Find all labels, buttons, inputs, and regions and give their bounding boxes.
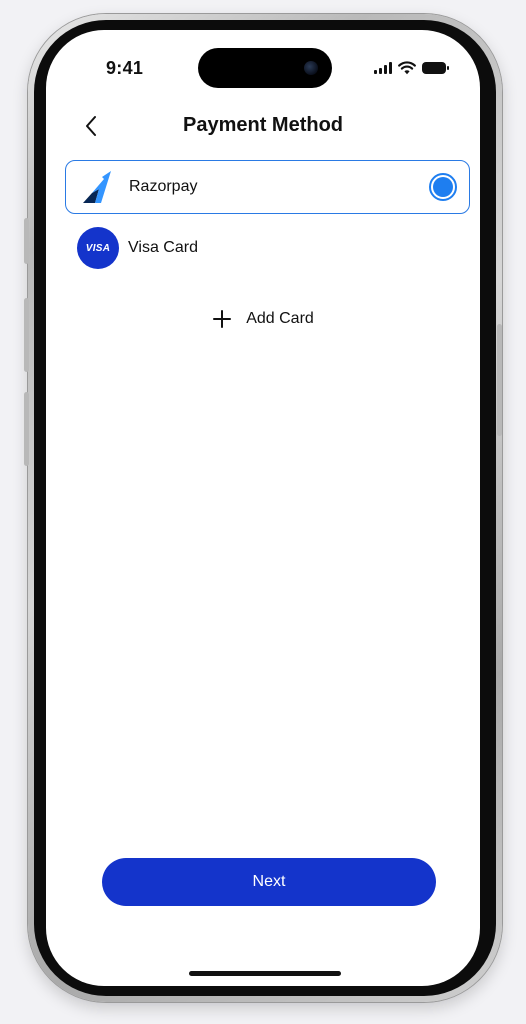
cellular-signal-icon xyxy=(374,62,392,74)
payment-option-label: Razorpay xyxy=(129,178,198,195)
razorpay-logo xyxy=(78,166,120,208)
radio-selected-icon[interactable] xyxy=(429,173,457,201)
payment-option-label: Visa Card xyxy=(128,239,198,256)
visa-badge-icon: VISA xyxy=(77,227,119,269)
status-icons xyxy=(374,60,449,76)
razorpay-logo-icon xyxy=(83,171,111,203)
radio-dot xyxy=(433,177,453,197)
next-button[interactable]: Next xyxy=(102,858,436,906)
home-indicator[interactable] xyxy=(189,971,341,976)
screen: 9:41 Payment Method Razorpay VISA Visa C… xyxy=(46,30,480,986)
payment-option-razorpay[interactable]: Razorpay xyxy=(65,160,470,214)
volume-down-button xyxy=(24,392,29,466)
add-card-button[interactable]: Add Card xyxy=(46,304,480,334)
power-button xyxy=(497,324,502,436)
page-title: Payment Method xyxy=(182,114,344,136)
camera-icon xyxy=(304,61,318,75)
add-card-label: Add Card xyxy=(246,310,314,327)
wifi-icon xyxy=(398,61,416,75)
volume-up-button xyxy=(24,298,29,372)
visa-logo: VISA xyxy=(77,227,119,269)
status-bar: 9:41 xyxy=(46,30,480,104)
action-button xyxy=(24,218,29,264)
plus-icon xyxy=(212,309,232,329)
status-time: 9:41 xyxy=(106,58,144,78)
nav-header: Payment Method xyxy=(46,108,480,144)
payment-option-visa-card[interactable]: VISA Visa Card xyxy=(65,222,470,276)
dynamic-island xyxy=(198,48,332,88)
battery-icon xyxy=(422,62,449,74)
